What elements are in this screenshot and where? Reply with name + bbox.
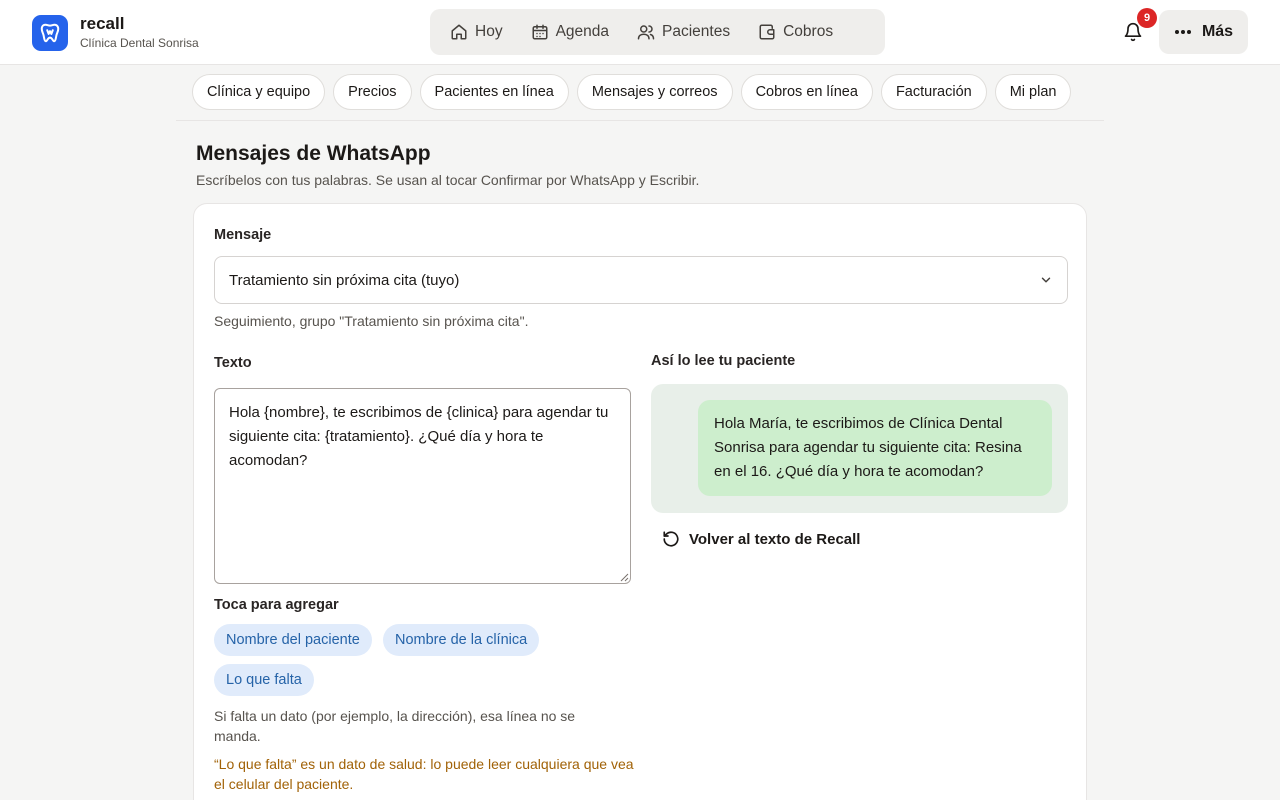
- notification-badge: 9: [1137, 8, 1157, 28]
- resize-handle-icon[interactable]: [620, 573, 629, 582]
- preview-message-bubble: Hola María, te escribimos de Clínica Den…: [698, 400, 1052, 496]
- chip-missing-treatment[interactable]: Lo que falta: [214, 664, 314, 696]
- nav-label: Hoy: [475, 23, 503, 40]
- tooth-logo-icon: [32, 14, 68, 51]
- chevron-down-icon: [1041, 277, 1051, 283]
- brand-name: recall: [80, 14, 125, 33]
- page-subtitle: Escríbelos con tus palabras. Se usan al …: [196, 172, 700, 188]
- whatsapp-preview: Hola María, te escribimos de Clínica Den…: [651, 384, 1068, 513]
- preview-label: Así lo lee tu paciente: [651, 353, 796, 369]
- tab-facturacion[interactable]: Facturación: [880, 74, 987, 110]
- tab-clinica[interactable]: Clínica y equipo: [192, 74, 326, 110]
- reset-label: Volver al texto de Recall: [689, 530, 861, 548]
- reset-text-button[interactable]: Volver al texto de Recall: [662, 530, 860, 548]
- main-nav: Hoy Agenda Pacientes Cobros: [430, 9, 885, 55]
- more-button[interactable]: Más: [1159, 10, 1248, 54]
- nav-label: Cobros: [783, 23, 834, 40]
- users-icon: [637, 25, 655, 40]
- clinic-name: Clínica Dental Sonrisa: [80, 36, 199, 50]
- add-variables-label: Toca para agregar: [214, 597, 339, 613]
- tab-cobros-en-linea[interactable]: Cobros en línea: [740, 74, 873, 110]
- home-icon: [451, 24, 467, 40]
- tab-precios[interactable]: Precios: [333, 74, 412, 110]
- settings-tabs: Clínica y equipo Precios Pacientes en lí…: [192, 74, 1079, 110]
- message-editor-card: Mensaje Tratamiento sin próxima cita (tu…: [193, 203, 1087, 800]
- nav-item-pacientes[interactable]: Pacientes: [623, 14, 744, 50]
- rotate-ccw-icon: [663, 531, 679, 547]
- ellipsis-icon: [1174, 30, 1191, 34]
- wallet-icon: [759, 24, 775, 40]
- tab-mi-plan[interactable]: Mi plan: [994, 74, 1072, 110]
- message-hint: Seguimiento, grupo "Tratamiento sin próx…: [214, 313, 529, 329]
- chip-patient-name[interactable]: Nombre del paciente: [214, 624, 372, 656]
- message-label: Mensaje: [214, 227, 272, 243]
- health-data-warning: “Lo que falta” es un dato de salud: lo p…: [214, 756, 634, 792]
- page-title: Mensajes de WhatsApp: [196, 142, 431, 165]
- text-label: Texto: [214, 355, 252, 371]
- message-select[interactable]: Tratamiento sin próxima cita (tuyo): [214, 256, 1068, 304]
- more-label: Más: [1201, 23, 1234, 40]
- message-text-input[interactable]: Hola {nombre}, te escribimos de {clinica…: [214, 388, 631, 584]
- nav-item-agenda[interactable]: Agenda: [517, 14, 623, 50]
- nav-label: Pacientes: [662, 23, 731, 40]
- brand[interactable]: recall Clínica Dental Sonrisa: [32, 14, 199, 51]
- nav-label: Agenda: [555, 23, 610, 40]
- chip-clinic-name[interactable]: Nombre de la clínica: [383, 624, 540, 656]
- tab-pacientes-en-linea[interactable]: Pacientes en línea: [419, 74, 569, 110]
- nav-item-cobros[interactable]: Cobros: [744, 14, 847, 50]
- calendar-icon: [532, 24, 548, 40]
- top-bar: recall Clínica Dental Sonrisa Hoy Agenda…: [0, 0, 1280, 65]
- tab-mensajes[interactable]: Mensajes y correos: [576, 74, 733, 110]
- missing-data-note: Si falta un dato (por ejemplo, la direcc…: [214, 708, 576, 744]
- message-select-value: Tratamiento sin próxima cita (tuyo): [229, 271, 460, 289]
- nav-item-hoy[interactable]: Hoy: [436, 14, 517, 50]
- divider: [176, 120, 1104, 121]
